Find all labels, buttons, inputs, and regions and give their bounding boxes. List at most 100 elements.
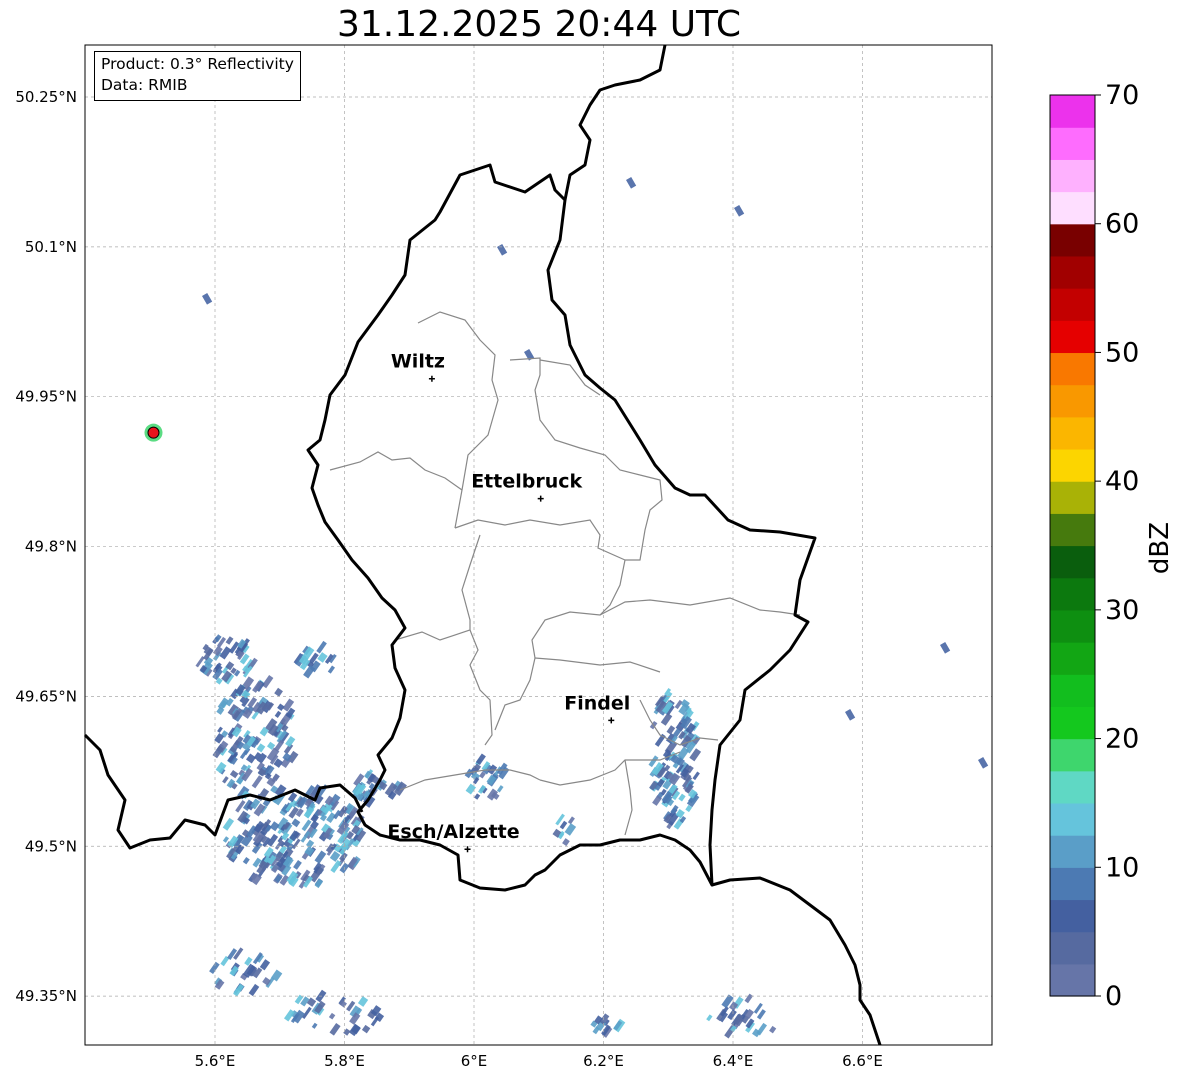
- canton-boundary: [329, 451, 463, 491]
- echo-cell: [734, 205, 745, 217]
- echo-cell: [328, 1012, 336, 1020]
- echo-cell: [361, 1024, 371, 1034]
- axis-tick-labels: 5.6°E 5.8°E 6°E 6.2°E 6.4°E 6.6°E 50.25°N 50.1°…: [15, 88, 883, 1070]
- echo-cell: [269, 821, 280, 832]
- echo-cell: [769, 1025, 777, 1034]
- lat-tick-label: 49.5°N: [25, 837, 77, 855]
- echo-cell: [225, 636, 234, 645]
- echo-cell: [235, 800, 246, 813]
- canton-boundary: [509, 357, 641, 476]
- canton-boundary: [394, 534, 481, 641]
- echo-cell: [845, 709, 856, 721]
- echo-cell: [706, 1014, 713, 1022]
- lat-tick-label: 50.1°N: [25, 238, 77, 256]
- echo-cell: [251, 775, 263, 789]
- echo-cell: [314, 850, 327, 864]
- echo-cell: [259, 959, 271, 971]
- lon-tick-label: 6°E: [461, 1052, 488, 1070]
- echo-cell: [567, 816, 575, 825]
- echo-cell: [222, 836, 230, 843]
- radar-map[interactable]: WiltzEttelbruckFindelEsch/Alzette 5.6°E 5…: [0, 0, 1184, 1081]
- product-info-box: Product: 0.3° Reflectivity Data: RMIB: [94, 51, 301, 101]
- echo-cell: [285, 735, 296, 748]
- echo-cell: [744, 993, 754, 1004]
- cities-layer: Wiltz Ettelbruck Findel Esch/Alzette: [387, 351, 630, 853]
- echo-cell: [692, 771, 700, 781]
- echo-cell: [562, 838, 570, 847]
- lat-tick-label: 50.25°N: [15, 88, 77, 106]
- data-source-label: Data: RMIB: [101, 76, 188, 94]
- echo-cell: [559, 820, 568, 830]
- echo-cell: [940, 642, 951, 654]
- echo-cell: [496, 785, 504, 793]
- echo-cell: [330, 860, 342, 873]
- echo-cell: [293, 860, 302, 870]
- german-border: [563, 44, 667, 201]
- canton-boundary: [534, 657, 661, 673]
- echo-cell: [496, 244, 508, 256]
- city-marker: [608, 717, 615, 724]
- echo-cell: [222, 776, 229, 784]
- city-label: Findel: [564, 692, 630, 714]
- canton-boundary: [454, 519, 626, 561]
- echo-cell: [246, 753, 256, 764]
- lat-tick-label: 49.35°N: [15, 987, 77, 1005]
- city-marker: [428, 375, 435, 382]
- echo-cell: [209, 961, 220, 974]
- lon-tick-label: 6.2°E: [583, 1052, 624, 1070]
- echo-cell: [222, 817, 235, 831]
- echo-cell: [229, 769, 239, 779]
- echo-cell: [329, 1022, 341, 1036]
- city-label: Esch/Alzette: [387, 821, 519, 843]
- echo-cell: [242, 856, 250, 865]
- echo-cell: [474, 793, 481, 800]
- echo-cell: [311, 1022, 318, 1029]
- echo-cell: [306, 839, 315, 849]
- echo-cell: [626, 177, 637, 189]
- country-borders: [83, 44, 882, 1046]
- echo-cell: [564, 823, 577, 836]
- city-label: Ettelbruck: [471, 471, 582, 493]
- gridlines: [85, 45, 992, 1045]
- lon-tick-label: 5.6°E: [195, 1052, 236, 1070]
- echo-cell: [357, 996, 369, 1007]
- canton-boundary: [599, 597, 801, 616]
- lon-tick-label: 5.8°E: [324, 1052, 365, 1070]
- echo-cell: [256, 743, 266, 753]
- canton-boundaries: [329, 311, 801, 836]
- echo-cell: [274, 710, 282, 718]
- echo-cell: [215, 761, 227, 774]
- city-marker: [464, 846, 471, 853]
- lat-tick-label: 49.95°N: [15, 388, 77, 406]
- echo-cell: [327, 665, 335, 674]
- radar-site-layer: [144, 423, 163, 442]
- echo-cell: [291, 818, 301, 828]
- canton-boundary: [417, 311, 499, 529]
- city-label: Wiltz: [391, 351, 445, 373]
- canton-boundary: [494, 657, 536, 731]
- canton-boundary: [624, 759, 633, 836]
- city-marker: [537, 495, 544, 502]
- echo-cell: [248, 983, 260, 997]
- echo-cell: [978, 757, 989, 769]
- radar-site-marker[interactable]: [147, 426, 160, 439]
- echo-cell: [202, 293, 213, 305]
- echo-cell: [217, 726, 223, 733]
- canton-boundary: [625, 474, 663, 561]
- canton-boundary: [469, 629, 493, 746]
- radar-echoes-layer: [195, 177, 989, 1039]
- echo-cell: [465, 783, 476, 795]
- echo-cell: [316, 640, 327, 654]
- echo-cell: [277, 703, 285, 711]
- echo-cell: [274, 687, 283, 697]
- echo-cell: [261, 674, 274, 689]
- echo-cell: [225, 697, 234, 707]
- lon-tick-label: 6.4°E: [713, 1052, 754, 1070]
- lat-tick-label: 49.8°N: [25, 538, 77, 556]
- map-frame: [84, 44, 993, 1046]
- lat-tick-label: 49.65°N: [15, 687, 77, 705]
- echo-cell: [678, 793, 686, 802]
- lon-tick-label: 6.6°E: [842, 1052, 883, 1070]
- canton-boundary: [539, 359, 601, 396]
- product-label: Product: 0.3° Reflectivity: [101, 55, 294, 73]
